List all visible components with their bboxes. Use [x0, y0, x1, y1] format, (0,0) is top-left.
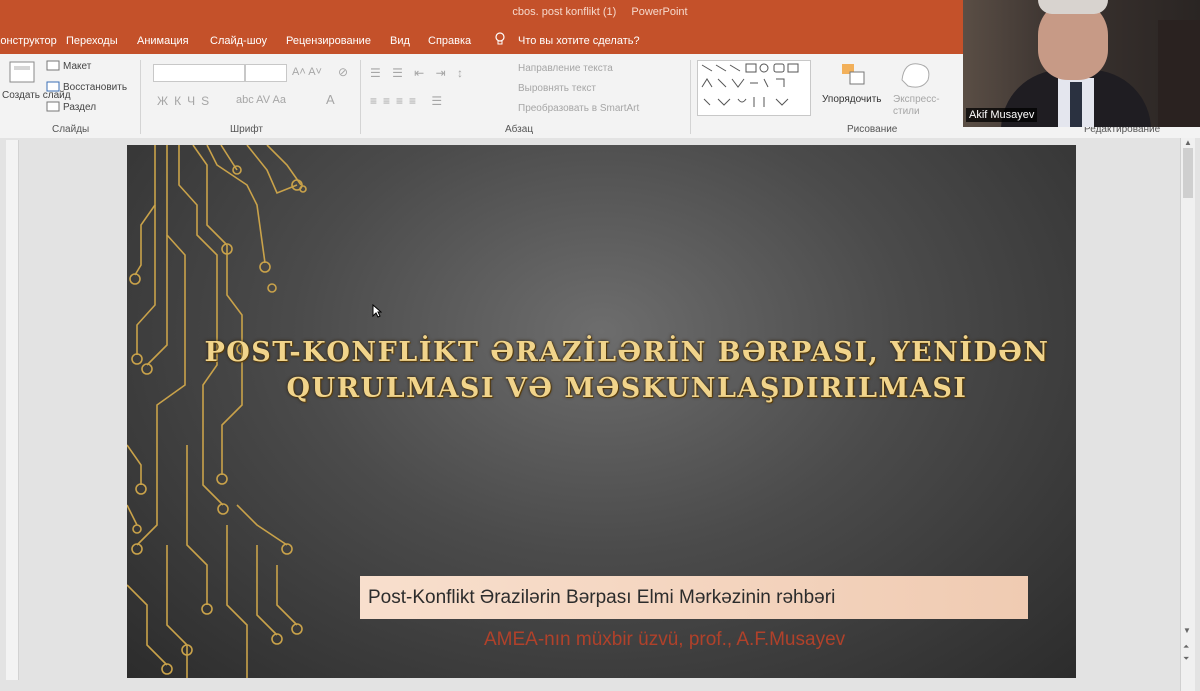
thumbnail-pane-scrollbar[interactable]	[6, 140, 19, 680]
video-chair	[1158, 20, 1200, 127]
cursor-icon	[372, 304, 382, 318]
font-name-dropdown[interactable]	[153, 64, 245, 82]
slides-group-label: Слайды	[52, 124, 90, 135]
video-person-tie	[1070, 82, 1082, 127]
layout-button[interactable]: Макет	[63, 61, 91, 72]
section-button[interactable]: Раздел	[63, 102, 96, 113]
tab-animations[interactable]: Анимация	[137, 35, 189, 47]
quick-styles-icon	[901, 63, 930, 88]
align-buttons[interactable]: ≡≡≡≡ ☰	[370, 94, 448, 108]
font-style-buttons[interactable]: ЖКЧS	[157, 94, 215, 108]
next-slide-icon[interactable]: ⏷	[1183, 654, 1189, 664]
tab-design[interactable]: Конструктор	[0, 35, 57, 47]
separator	[140, 60, 141, 134]
align-text-button[interactable]: Выровнять текст	[518, 83, 596, 94]
tab-view[interactable]: Вид	[390, 35, 410, 47]
font-color-button[interactable]: A	[326, 92, 335, 107]
layout-icon	[46, 60, 60, 71]
clear-format-button[interactable]: ⊘	[338, 65, 348, 79]
reset-button[interactable]: Восстановить	[63, 82, 127, 93]
font-size-dropdown[interactable]	[245, 64, 287, 82]
separator	[360, 60, 361, 134]
tab-help[interactable]: Справка	[428, 35, 471, 47]
prev-slide-icon[interactable]: ⏶	[1183, 642, 1189, 652]
slide[interactable]: POST-KONFLİKT ƏRAZİLƏRİN BƏRPASI, YENİDƏ…	[127, 145, 1076, 678]
slide-subtitle-box: Post-Konflikt Ərazilərin Bərpası Elmi Mə…	[360, 576, 1028, 619]
vertical-scrollbar[interactable]: ▲ ▼ ⏶ ⏷	[1180, 138, 1195, 691]
app-name: PowerPoint	[631, 6, 688, 18]
tab-slideshow[interactable]: Слайд-шоу	[210, 35, 267, 47]
scroll-up-icon[interactable]: ▲	[1184, 138, 1192, 147]
list-buttons[interactable]: ☰ ☰ ⇤ ⇥ ↕	[370, 66, 467, 80]
drawing-group-label: Рисование	[847, 124, 898, 135]
separator	[690, 60, 691, 134]
spacing-buttons[interactable]: abc AV Aa	[236, 94, 286, 106]
arrange-button[interactable]: Упорядочить	[822, 94, 882, 105]
shapes-gallery[interactable]	[697, 60, 811, 116]
document-name: cbos. post konflikt (1)	[512, 6, 617, 18]
slide-title: POST-KONFLİKT ƏRAZİLƏRİN BƏRPASI, YENİDƏ…	[187, 335, 1067, 407]
slide-subtitle: Post-Konflikt Ərazilərin Bərpası Elmi Mə…	[368, 587, 836, 608]
circuit-decoration	[127, 145, 307, 678]
tell-me-search[interactable]: Что вы хотите сделать?	[518, 35, 640, 47]
text-direction-button[interactable]: Направление текста	[518, 63, 613, 74]
slide-title-line1: POST-KONFLİKT ƏRAZİLƏRİN BƏRPASI, YENİDƏ…	[204, 337, 1050, 368]
smartart-button[interactable]: Преобразовать в SmartArt	[518, 103, 639, 114]
slide-author: AMEA-nın müxbir üzvü, prof., A.F.Musayev	[484, 629, 846, 650]
section-icon	[46, 101, 60, 112]
arrange-icon	[842, 64, 865, 85]
grow-font-button[interactable]: A˄ A˅	[292, 66, 322, 78]
new-slide-icon	[9, 61, 35, 83]
video-person-hair	[1038, 0, 1108, 14]
reset-icon	[46, 81, 60, 92]
tab-review[interactable]: Рецензирование	[286, 35, 371, 47]
scrollbar-thumb[interactable]	[1183, 148, 1193, 198]
tab-transitions[interactable]: Переходы	[66, 35, 118, 47]
lightbulb-icon	[495, 32, 505, 45]
participant-video[interactable]: Akif Musayev	[963, 0, 1200, 127]
font-group-label: Шрифт	[230, 124, 263, 135]
quick-styles-button[interactable]: Экспресс-стили	[893, 94, 945, 118]
scroll-down-icon[interactable]: ▼	[1183, 626, 1191, 635]
shapes-icon	[701, 63, 799, 107]
new-slide-button[interactable]: Создать слайд	[2, 90, 71, 102]
participant-name: Akif Musayev	[966, 108, 1038, 122]
paragraph-group-label: Абзац	[505, 124, 534, 135]
slide-title-line2: QURULMASI VƏ MƏSKUNLAŞDIRILMASI	[286, 373, 968, 404]
